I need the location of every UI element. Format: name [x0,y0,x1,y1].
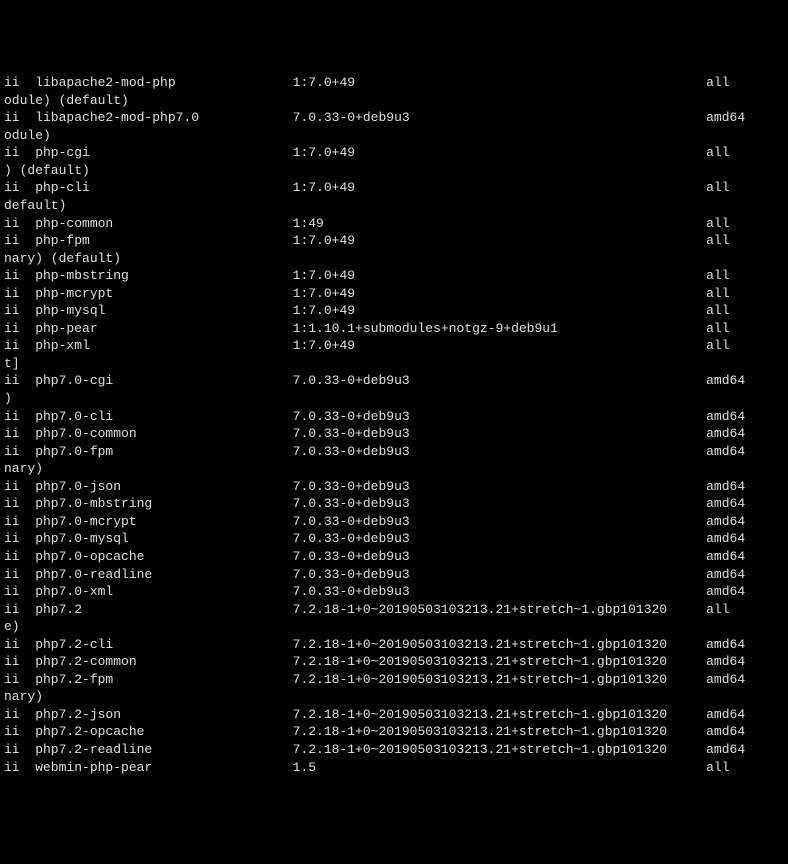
package-line: nary) [4,460,788,478]
package-line: default) [4,197,788,215]
package-line: ii php-mcrypt 1:7.0+49 all [4,285,788,303]
package-line: ii php-xml 1:7.0+49 all [4,337,788,355]
package-line: ii php7.0-json 7.0.33-0+deb9u3 amd64 [4,478,788,496]
package-line: ii php-mysql 1:7.0+49 all [4,302,788,320]
package-line: odule) [4,127,788,145]
package-line: ii php7.2-common 7.2.18-1+0~201905031032… [4,653,788,671]
package-line: ii php7.2 7.2.18-1+0~20190503103213.21+s… [4,601,788,619]
package-line: ii php7.2-json 7.2.18-1+0~20190503103213… [4,706,788,724]
package-line: ii php7.0-mcrypt 7.0.33-0+deb9u3 amd64 [4,513,788,531]
package-line: nary) (default) [4,250,788,268]
package-line: ii php7.2-readline 7.2.18-1+0~2019050310… [4,741,788,759]
package-line: ii webmin-php-pear 1.5 all [4,759,788,777]
package-line: ii php7.0-cli 7.0.33-0+deb9u3 amd64 [4,408,788,426]
terminal-output: ii libapache2-mod-php 1:7.0+49 allodule)… [4,74,788,776]
package-line: ii php7.2-opcache 7.2.18-1+0~20190503103… [4,723,788,741]
package-line: ii php-common 1:49 all [4,215,788,233]
package-line: ii libapache2-mod-php7.0 7.0.33-0+deb9u3… [4,109,788,127]
package-line: ) [4,390,788,408]
package-line: ii php7.0-cgi 7.0.33-0+deb9u3 amd64 [4,372,788,390]
package-line: ii php7.0-readline 7.0.33-0+deb9u3 amd64 [4,566,788,584]
package-line: ii php7.2-cli 7.2.18-1+0~20190503103213.… [4,636,788,654]
package-line: ii php-mbstring 1:7.0+49 all [4,267,788,285]
package-line: ) (default) [4,162,788,180]
package-line: ii php-cli 1:7.0+49 all [4,179,788,197]
package-line: ii php7.0-xml 7.0.33-0+deb9u3 amd64 [4,583,788,601]
package-line: odule) (default) [4,92,788,110]
package-line: ii libapache2-mod-php 1:7.0+49 all [4,74,788,92]
package-line: ii php7.0-mbstring 7.0.33-0+deb9u3 amd64 [4,495,788,513]
package-line: ii php-pear 1:1.10.1+submodules+notgz-9+… [4,320,788,338]
package-line: ii php7.0-mysql 7.0.33-0+deb9u3 amd64 [4,530,788,548]
package-line: ii php7.0-opcache 7.0.33-0+deb9u3 amd64 [4,548,788,566]
package-line: nary) [4,688,788,706]
package-line: ii php-fpm 1:7.0+49 all [4,232,788,250]
package-line: t] [4,355,788,373]
package-line: ii php7.0-common 7.0.33-0+deb9u3 amd64 [4,425,788,443]
package-line: e) [4,618,788,636]
package-line: ii php7.0-fpm 7.0.33-0+deb9u3 amd64 [4,443,788,461]
package-line: ii php7.2-fpm 7.2.18-1+0~20190503103213.… [4,671,788,689]
package-line: ii php-cgi 1:7.0+49 all [4,144,788,162]
